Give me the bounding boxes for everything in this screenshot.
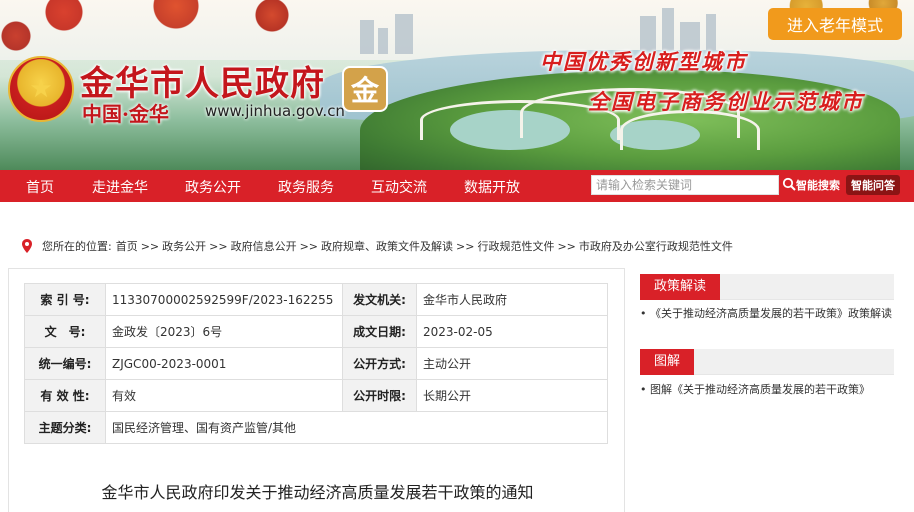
breadcrumb-separator: >> (209, 239, 228, 253)
subject-category-label: 主题分类: (24, 411, 106, 444)
search-icon[interactable] (782, 177, 796, 191)
slogan-ecommerce-city: 全国电子商务创业示范城市 (588, 89, 864, 114)
header-banner: ★ 金华市人民政府 金 中国·金华 www.jinhua.gov.cn 中国优秀… (0, 0, 914, 170)
written-date-value: 2023-02-05 (416, 315, 608, 348)
issuing-authority-value: 金华市人民政府 (416, 283, 608, 316)
table-row: 有 效 性: 有效 公开时限: 长期公开 (24, 379, 608, 412)
index-number-value: 11330700002592599F/2023-162255 (105, 283, 343, 316)
breadcrumb-separator: >> (456, 239, 475, 253)
index-number-label: 索 引 号: (24, 283, 106, 316)
nav-item-open-data[interactable]: 数据开放 (464, 177, 520, 197)
infographic-list: 图解《关于推动经济高质量发展的若干政策》 (640, 380, 894, 400)
breadcrumb-gov-info[interactable]: 政府信息公开 (231, 238, 297, 254)
smart-qa-button[interactable]: 智能问答 (846, 175, 900, 195)
disclosure-method-label: 公开方式: (342, 347, 417, 380)
breadcrumb-separator: >> (299, 239, 319, 253)
breadcrumb-separator: >> (557, 239, 576, 253)
document-panel: 索 引 号: 11330700002592599F/2023-162255 发文… (8, 268, 625, 512)
policy-interpretation-header: 政策解读 (640, 274, 894, 300)
subject-category-value: 国民经济管理、国有资产监管/其他 (105, 411, 608, 444)
nav-item-gov-affairs[interactable]: 政务公开 (185, 177, 241, 197)
list-item[interactable]: 图解《关于推动经济高质量发展的若干政策》 (640, 380, 894, 400)
infographic-title[interactable]: 图解 (640, 349, 695, 375)
disclosure-method-value: 主动公开 (416, 347, 608, 380)
table-row: 索 引 号: 11330700002592599F/2023-162255 发文… (24, 283, 608, 316)
validity-value: 有效 (105, 379, 343, 412)
nav-item-home[interactable]: 首页 (26, 177, 54, 197)
location-pin-icon (22, 239, 32, 253)
slogan-innovative-city: 中国优秀创新型城市 (540, 49, 747, 74)
elder-mode-button[interactable]: 进入老年模式 (768, 8, 902, 40)
validity-label: 有 效 性: (24, 379, 106, 412)
written-date-label: 成文日期: (342, 315, 417, 348)
national-emblem-icon: ★ (8, 56, 74, 122)
breadcrumb-separator: >> (140, 239, 160, 253)
breadcrumb-prefix: 您所在的位置: (42, 240, 112, 253)
issuing-authority-label: 发文机关: (342, 283, 417, 316)
infographic-header: 图解 (640, 349, 894, 375)
breadcrumb-home[interactable]: 首页 (116, 238, 138, 254)
breadcrumb: 您所在的位置: 首页 >> 政务公开 >> 政府信息公开 >> 政府规章、政策文… (22, 238, 733, 254)
document-title: 金华市人民政府印发关于推动经济高质量发展若干政策的通知 (101, 483, 534, 502)
site-url: www.jinhua.gov.cn (205, 102, 345, 120)
breadcrumb-regulations[interactable]: 政府规章、政策文件及解读 (321, 238, 453, 254)
document-number-value: 金政发〔2023〕6号 (105, 315, 343, 348)
unified-number-label: 统一编号: (24, 347, 106, 380)
policy-interpretation-title[interactable]: 政策解读 (640, 274, 721, 300)
breadcrumb-gov-affairs[interactable]: 政务公开 (162, 238, 206, 254)
unified-number-value: ZJGC00-2023-0001 (105, 347, 343, 380)
document-number-label: 文 号: (24, 315, 106, 348)
site-subtitle: 中国·金华 (82, 102, 169, 126)
disclosure-period-label: 公开时限: (342, 379, 417, 412)
list-item[interactable]: 《关于推动经济高质量发展的若干政策》政策解读 (640, 304, 894, 324)
breadcrumb-normative-docs[interactable]: 行政规范性文件 (477, 238, 554, 254)
nav-item-interaction[interactable]: 互动交流 (371, 177, 427, 197)
smart-search-button[interactable]: 智能搜索 (796, 177, 840, 193)
table-row: 主题分类: 国民经济管理、国有资产监管/其他 (24, 411, 608, 444)
jinhua-seal-logo: 金 (342, 66, 388, 112)
disclosure-period-value: 长期公开 (416, 379, 608, 412)
table-row: 统一编号: ZJGC00-2023-0001 公开方式: 主动公开 (24, 347, 608, 380)
breadcrumb-city-docs[interactable]: 市政府及办公室行政规范性文件 (579, 238, 733, 254)
search-input[interactable]: 请输入检索关键词 (591, 175, 779, 195)
table-row: 文 号: 金政发〔2023〕6号 成文日期: 2023-02-05 (24, 315, 608, 348)
nav-item-about[interactable]: 走进金华 (92, 177, 148, 197)
policy-interpretation-list: 《关于推动经济高质量发展的若干政策》政策解读 (640, 304, 894, 324)
document-info-table: 索 引 号: 11330700002592599F/2023-162255 发文… (24, 283, 608, 444)
nav-item-gov-services[interactable]: 政务服务 (278, 177, 334, 197)
